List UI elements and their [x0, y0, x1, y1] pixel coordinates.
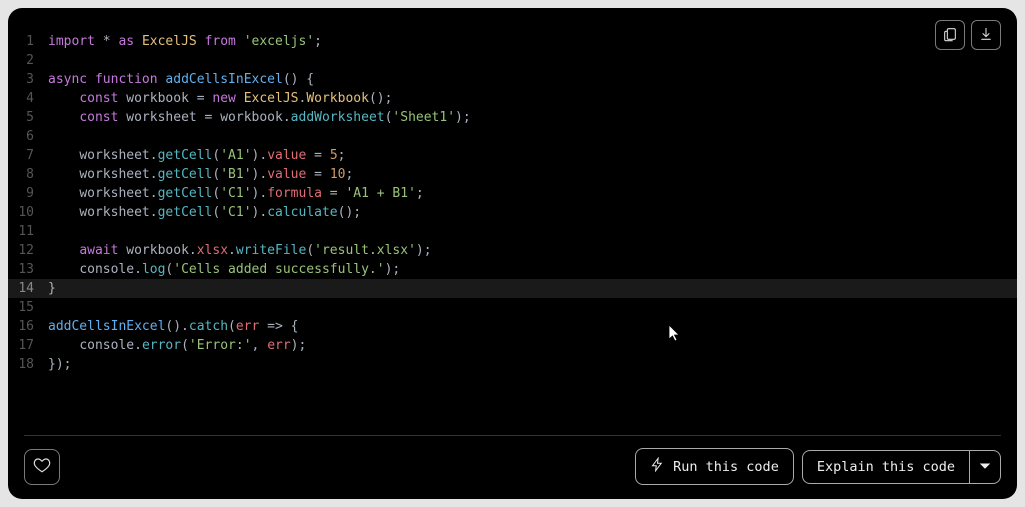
code-line[interactable]: 17 console.error('Error:', err); [8, 336, 1017, 355]
code-content: } [48, 279, 56, 298]
code-content: console.log('Cells added successfully.')… [48, 260, 400, 279]
code-line[interactable]: 13 console.log('Cells added successfully… [8, 260, 1017, 279]
code-line[interactable]: 8 worksheet.getCell('B1').value = 10; [8, 165, 1017, 184]
code-line[interactable]: 18}); [8, 355, 1017, 374]
code-content [48, 222, 56, 241]
code-content [48, 51, 56, 70]
line-number: 5 [8, 108, 48, 127]
code-line[interactable]: 4 const workbook = new ExcelJS.Workbook(… [8, 89, 1017, 108]
code-line[interactable]: 12 await workbook.xlsx.writeFile('result… [8, 241, 1017, 260]
code-content: const workbook = new ExcelJS.Workbook(); [48, 89, 392, 108]
line-number: 8 [8, 165, 48, 184]
like-button[interactable] [24, 449, 60, 485]
line-number: 7 [8, 146, 48, 165]
line-number: 4 [8, 89, 48, 108]
run-code-button[interactable]: Run this code [635, 448, 794, 485]
code-line[interactable]: 10 worksheet.getCell('C1').calculate(); [8, 203, 1017, 222]
code-content: worksheet.getCell('A1').value = 5; [48, 146, 345, 165]
footer: Run this code Explain this code [8, 436, 1017, 499]
line-number: 2 [8, 51, 48, 70]
code-content: }); [48, 355, 71, 374]
line-number: 9 [8, 184, 48, 203]
lightning-icon [650, 457, 665, 476]
code-line[interactable]: 7 worksheet.getCell('A1').value = 5; [8, 146, 1017, 165]
line-number: 1 [8, 32, 48, 51]
code-editor[interactable]: 1import * as ExcelJS from 'exceljs';2 3a… [8, 8, 1017, 435]
line-number: 18 [8, 355, 48, 374]
code-line[interactable]: 11 [8, 222, 1017, 241]
line-number: 15 [8, 298, 48, 317]
line-number: 3 [8, 70, 48, 89]
clipboard-icon [942, 26, 958, 45]
code-line[interactable]: 5 const worksheet = workbook.addWorkshee… [8, 108, 1017, 127]
line-number: 13 [8, 260, 48, 279]
explain-code-button[interactable]: Explain this code [802, 450, 969, 484]
heart-icon [33, 456, 51, 477]
code-line[interactable]: 16addCellsInExcel().catch(err => { [8, 317, 1017, 336]
explain-button-group: Explain this code [802, 450, 1001, 484]
explain-dropdown-button[interactable] [969, 450, 1001, 484]
chevron-down-icon [980, 459, 990, 474]
line-number: 10 [8, 203, 48, 222]
line-number: 11 [8, 222, 48, 241]
line-number: 6 [8, 127, 48, 146]
code-panel: 1import * as ExcelJS from 'exceljs';2 3a… [8, 8, 1017, 499]
code-line[interactable]: 1import * as ExcelJS from 'exceljs'; [8, 32, 1017, 51]
code-line[interactable]: 9 worksheet.getCell('C1').formula = 'A1 … [8, 184, 1017, 203]
download-icon [978, 26, 994, 45]
code-content: const worksheet = workbook.addWorksheet(… [48, 108, 471, 127]
code-line[interactable]: 14} [8, 279, 1017, 298]
code-line[interactable]: 6 [8, 127, 1017, 146]
code-content: async function addCellsInExcel() { [48, 70, 314, 89]
code-line[interactable]: 15 [8, 298, 1017, 317]
line-number: 14 [8, 279, 48, 298]
top-actions [935, 20, 1001, 50]
download-button[interactable] [971, 20, 1001, 50]
code-content [48, 298, 56, 317]
code-content: addCellsInExcel().catch(err => { [48, 317, 298, 336]
explain-code-label: Explain this code [817, 459, 955, 475]
code-content: worksheet.getCell('C1').calculate(); [48, 203, 361, 222]
line-number: 16 [8, 317, 48, 336]
code-content: console.error('Error:', err); [48, 336, 306, 355]
code-content: import * as ExcelJS from 'exceljs'; [48, 32, 322, 51]
run-code-label: Run this code [673, 459, 779, 475]
code-content: await workbook.xlsx.writeFile('result.xl… [48, 241, 432, 260]
code-line[interactable]: 2 [8, 51, 1017, 70]
code-line[interactable]: 3async function addCellsInExcel() { [8, 70, 1017, 89]
copy-button[interactable] [935, 20, 965, 50]
line-number: 12 [8, 241, 48, 260]
code-content: worksheet.getCell('B1').value = 10; [48, 165, 353, 184]
code-content [48, 127, 56, 146]
code-content: worksheet.getCell('C1').formula = 'A1 + … [48, 184, 424, 203]
line-number: 17 [8, 336, 48, 355]
